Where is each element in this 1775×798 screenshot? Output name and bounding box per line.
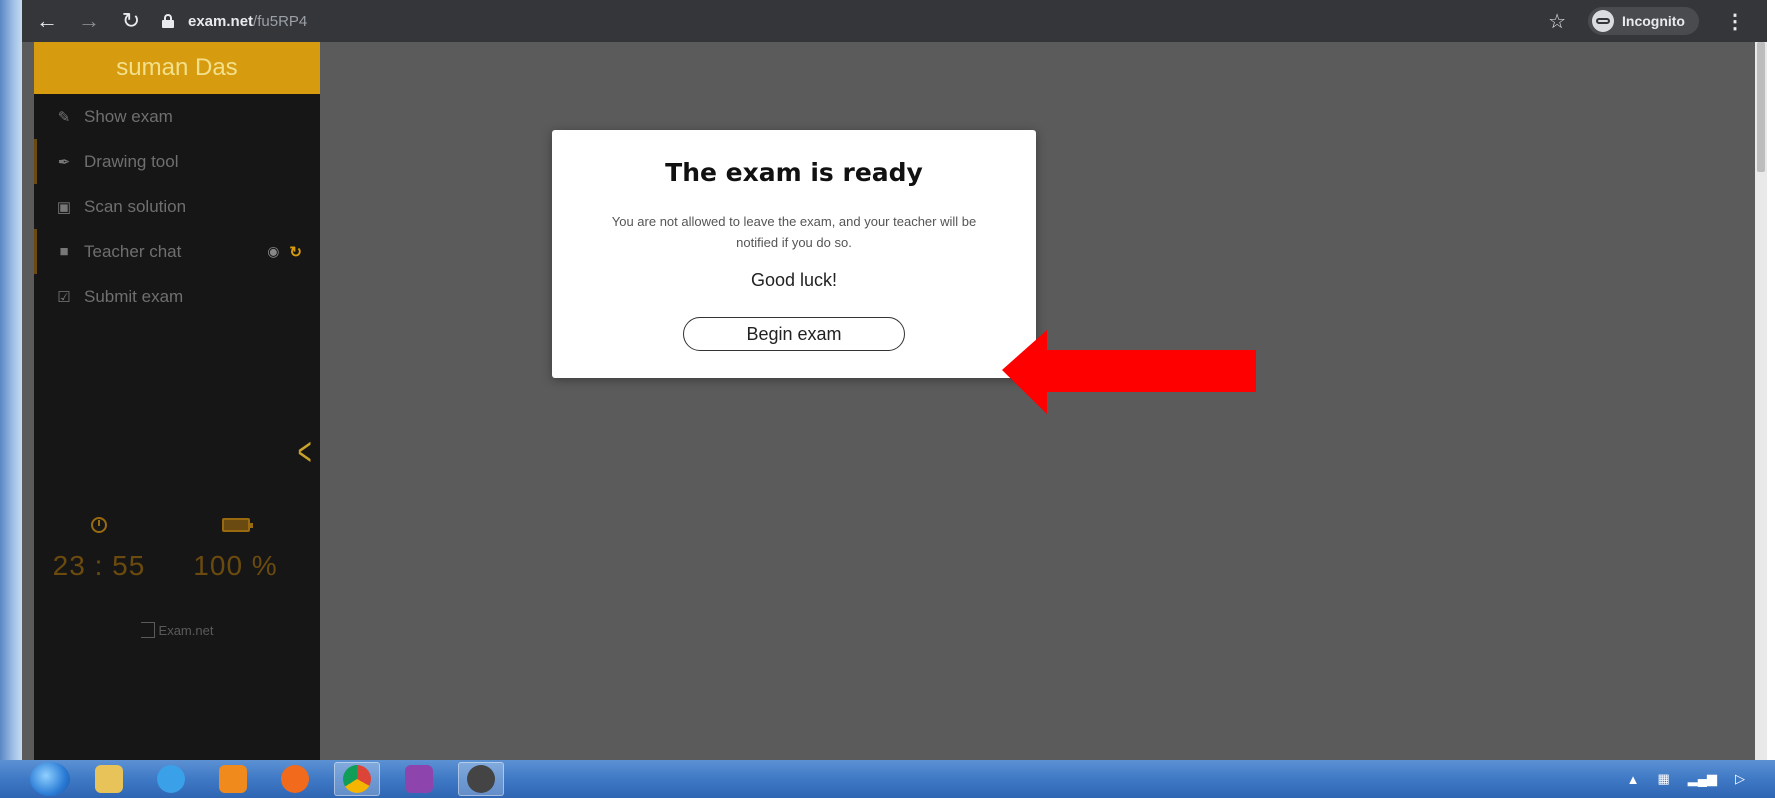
network-icon[interactable]: ▦ [1657, 771, 1669, 787]
student-name: suman Das [34, 42, 320, 94]
exam-sidebar: suman Das ✎ Show exam ✒ Drawing tool ▣ S… [34, 42, 320, 760]
battery-icon [221, 518, 253, 532]
exam-ready-dialog: The exam is ready You are not allowed to… [552, 130, 1036, 378]
camera-icon: ▣ [56, 198, 72, 216]
dialog-message: You are not allowed to leave the exam, a… [611, 214, 977, 250]
signal-icon[interactable]: ▂▄▆ [1688, 771, 1717, 787]
screen: ← → ↻ exam.net/fu5RP4 ☆ Incognito ⋮ suma… [0, 0, 1775, 798]
system-tray: ▲ ▦ ▂▄▆ ▷ [1627, 760, 1745, 798]
lock-icon [162, 14, 174, 28]
battery-status: 100 % [164, 512, 307, 582]
red-arrow-annotation [1002, 330, 1256, 414]
browser-window: ← → ↻ exam.net/fu5RP4 ☆ Incognito ⋮ suma… [22, 0, 1767, 760]
tray-expand-icon[interactable]: ▲ [1627, 772, 1640, 787]
incognito-label: Incognito [1622, 13, 1685, 29]
edit-icon: ✎ [57, 108, 71, 126]
reload-icon[interactable]: ↻ [114, 4, 148, 38]
chrome-icon[interactable] [334, 762, 380, 796]
brush-icon: ✒ [57, 153, 71, 171]
incognito-icon [1592, 10, 1614, 32]
sidebar-item-teacher-chat[interactable]: ■ Teacher chat ◉ ↻ [34, 229, 320, 274]
camera-app-icon[interactable] [458, 762, 504, 796]
url-host: exam.net [188, 12, 254, 30]
address-bar[interactable]: exam.net/fu5RP4 [162, 5, 307, 37]
brand-label: Exam.net [158, 622, 214, 638]
url-path: /fu5RP4 [253, 12, 308, 30]
sidebar-item-label: Show exam [84, 106, 173, 126]
sidebar-item-submit-exam[interactable]: ☑ Submit exam [34, 274, 320, 319]
back-arrow-icon[interactable]: ← [30, 4, 64, 38]
sidebar-item-show-exam[interactable]: ✎ Show exam [34, 94, 320, 139]
logo-icon [140, 622, 155, 638]
sidebar-item-label: Drawing tool [84, 151, 179, 171]
sidebar-item-drawing-tool[interactable]: ✒ Drawing tool [34, 139, 320, 184]
begin-exam-button[interactable]: Begin exam [683, 317, 905, 351]
sidebar-item-label: Teacher chat [84, 241, 182, 261]
sidebar-item-scan-solution[interactable]: ▣ Scan solution [34, 184, 320, 229]
snipping-tool-icon[interactable] [396, 762, 442, 796]
start-button-icon[interactable] [30, 762, 70, 796]
sidebar-item-label: Submit exam [84, 286, 184, 306]
sidebar-item-label: Scan solution [84, 196, 187, 216]
timer: 23 : 55 [34, 512, 164, 582]
firefox-icon[interactable] [272, 762, 318, 796]
windows-taskbar: ▲ ▦ ▂▄▆ ▷ [0, 760, 1775, 798]
kebab-menu-icon[interactable]: ⋮ [1725, 9, 1745, 34]
incognito-badge[interactable]: Incognito [1588, 7, 1699, 35]
checkbox-icon: ☑ [57, 288, 71, 306]
exam-stats: 23 : 55 100 % [34, 512, 320, 582]
dialog-title: The exam is ready [665, 158, 923, 187]
time-remaining: 23 : 55 [52, 550, 146, 581]
forward-arrow-icon[interactable]: → [72, 4, 106, 38]
browser-toolbar: ← → ↻ exam.net/fu5RP4 ☆ Incognito ⋮ [22, 0, 1767, 42]
internet-explorer-icon[interactable] [148, 762, 194, 796]
chat-icon: ■ [59, 243, 69, 260]
clock-icon [91, 517, 107, 533]
arrow-shape [1002, 330, 1256, 414]
media-player-icon[interactable] [210, 762, 256, 796]
page-scrollbar[interactable] [1755, 42, 1767, 760]
scrollbar-thumb[interactable] [1757, 42, 1765, 172]
volume-icon[interactable]: ▷ [1735, 771, 1745, 787]
battery-level: 100 % [193, 550, 278, 581]
dialog-good-luck: Good luck! [750, 270, 838, 290]
collapse-sidebar-icon[interactable]: < [297, 430, 311, 475]
chat-status: ◉ ↻ [267, 243, 302, 261]
exam-net-logo: Exam.net [34, 622, 320, 638]
explorer-icon[interactable] [86, 762, 132, 796]
window-border [0, 0, 22, 760]
sync-icon[interactable]: ↻ [289, 243, 302, 261]
toolbar-right: ☆ Incognito ⋮ [1548, 0, 1745, 42]
eye-icon[interactable]: ◉ [267, 243, 279, 260]
bookmark-star-icon[interactable]: ☆ [1548, 9, 1566, 34]
